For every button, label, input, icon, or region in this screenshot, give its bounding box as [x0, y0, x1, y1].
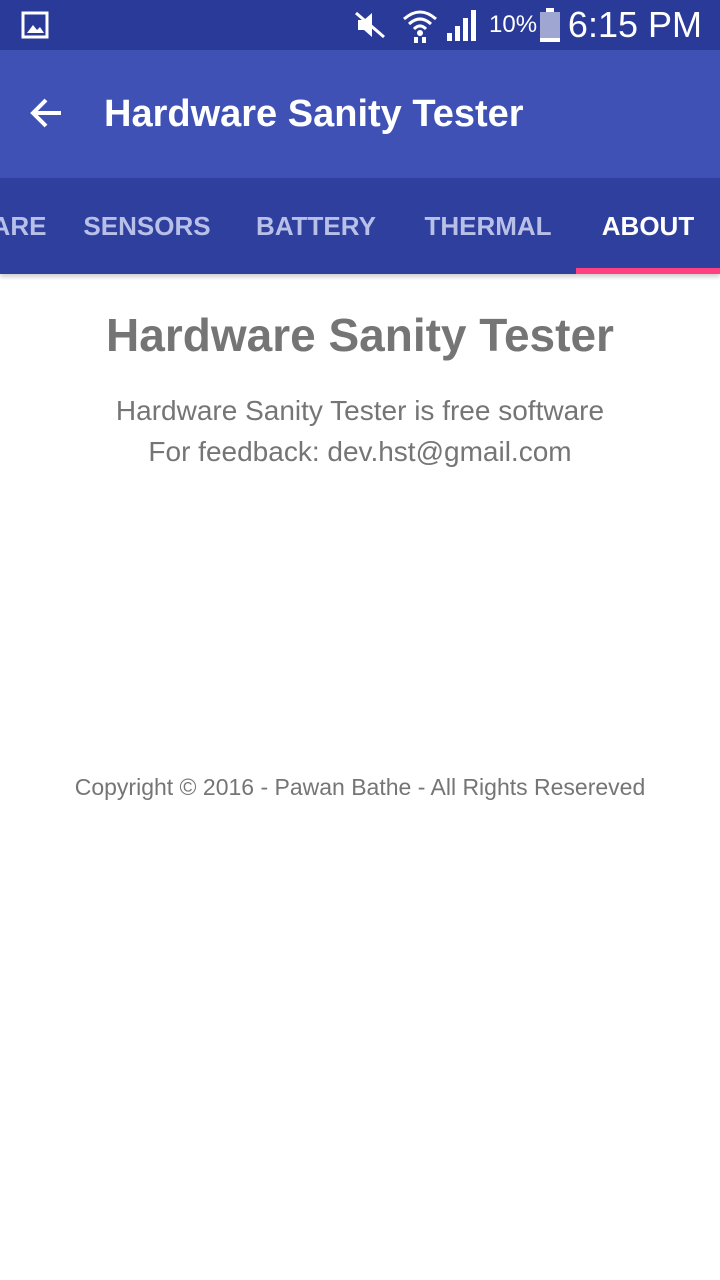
tab-thermal[interactable]: THERMAL	[400, 178, 576, 274]
about-license-text: Hardware Sanity Tester is free software	[115, 395, 605, 426]
about-feedback-text: For feedback: dev.hst@gmail.com	[148, 436, 572, 467]
tab-about[interactable]: ABOUT	[576, 178, 720, 274]
copyright-text: Copyright © 2016 - Pawan Bathe - All Rig…	[74, 774, 646, 800]
signal-icon	[444, 0, 480, 50]
tab-bar: ARE SENSORS BATTERY THERMAL ABOUT	[0, 178, 720, 274]
tab-hardware[interactable]: ARE	[0, 178, 62, 274]
app-bar: Hardware Sanity Tester	[0, 50, 720, 178]
tab-battery[interactable]: BATTERY	[232, 178, 400, 274]
mute-icon	[352, 0, 388, 50]
battery-percent: 10%	[489, 11, 538, 38]
wifi-icon	[400, 0, 440, 50]
tab-sensors[interactable]: SENSORS	[62, 178, 232, 274]
about-title: Hardware Sanity Tester	[106, 309, 614, 361]
status-bar: 10% 6:15 PM	[0, 0, 720, 50]
image-notification-icon	[20, 0, 50, 50]
app-title: Hardware Sanity Tester	[104, 92, 524, 135]
battery-icon	[538, 0, 562, 50]
arrow-back-icon	[29, 95, 65, 136]
back-button[interactable]	[18, 86, 76, 144]
about-content: Hardware Sanity Tester Hardware Sanity T…	[0, 274, 720, 1280]
status-time: 6:15 PM	[567, 4, 702, 45]
